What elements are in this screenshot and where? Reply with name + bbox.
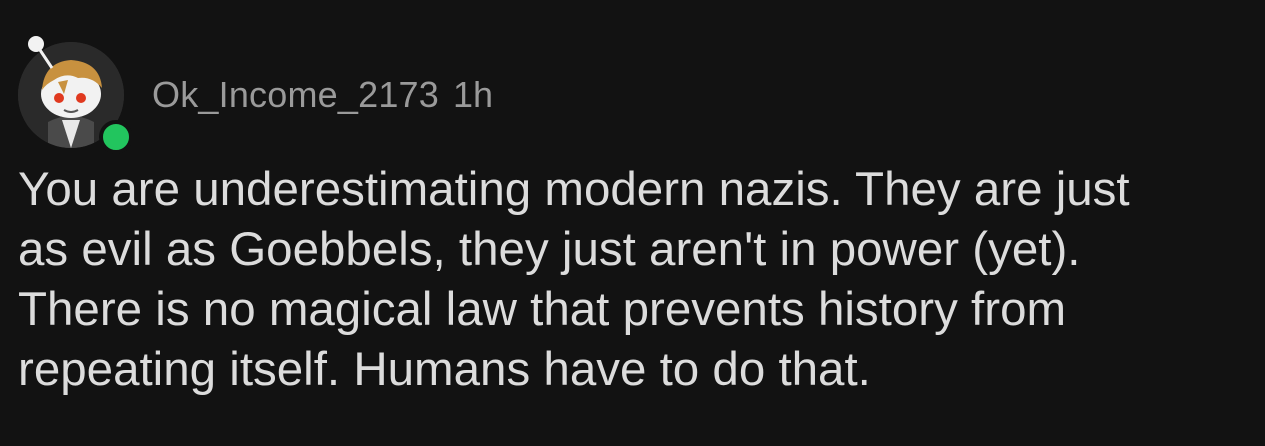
avatar[interactable] (16, 36, 133, 154)
comment-line: You are underestimating modern nazis. Th… (18, 163, 1130, 216)
antenna-icon (28, 36, 54, 69)
comment: Ok_Income_2173 1h You are underestimatin… (0, 0, 1265, 446)
timestamp[interactable]: 1h (453, 74, 493, 116)
comment-body: You are underestimating modern nazis. Th… (18, 160, 1258, 400)
comment-meta: Ok_Income_2173 1h (152, 74, 493, 118)
comment-line: repeating itself. Humans have to do that… (18, 343, 871, 396)
username-link[interactable]: Ok_Income_2173 (152, 74, 439, 116)
online-status-dot (99, 120, 133, 154)
comment-line: There is no magical law that prevents hi… (18, 283, 1067, 336)
comment-line: as evil as Goebbels, they just aren't in… (18, 223, 1081, 276)
